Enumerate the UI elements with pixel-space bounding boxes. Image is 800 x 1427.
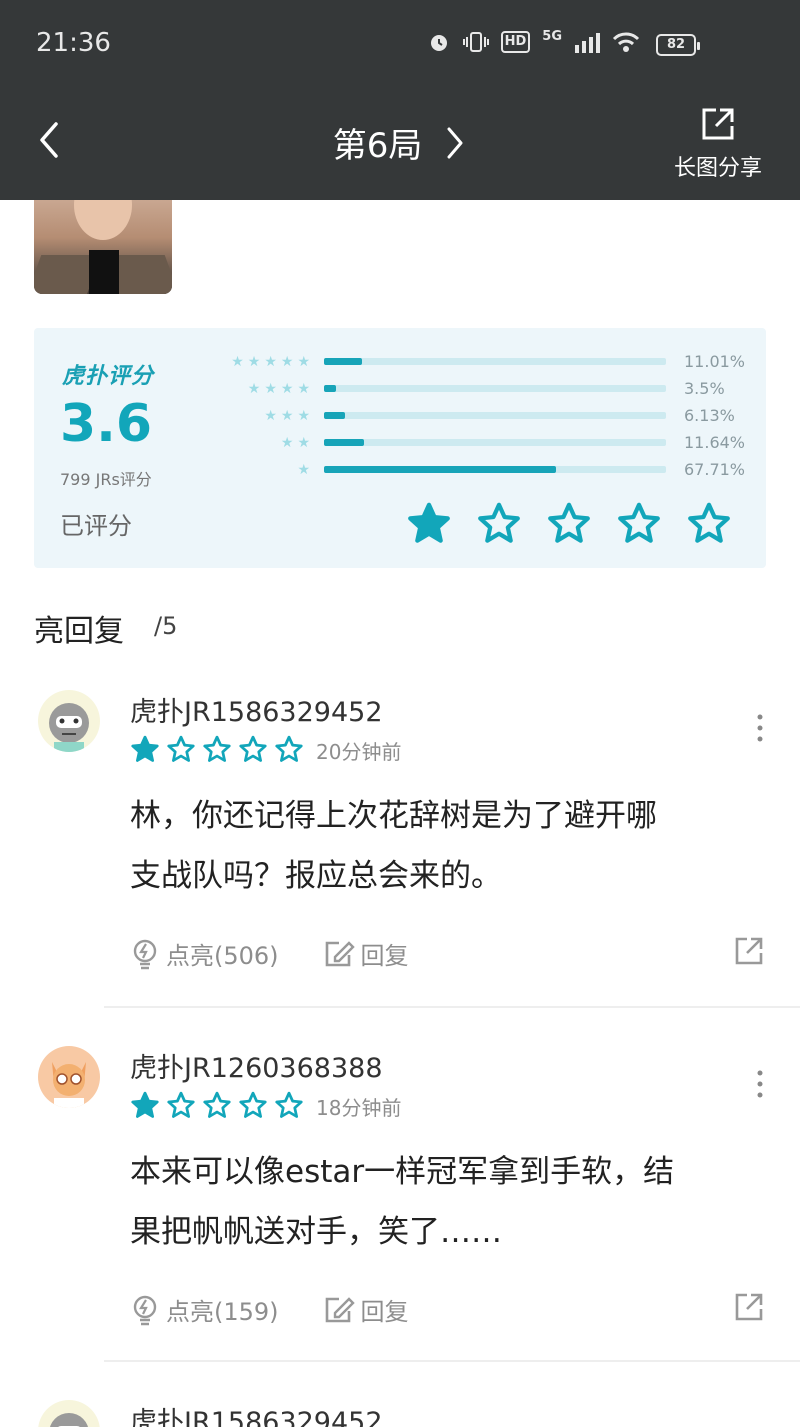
edit-icon — [325, 1296, 355, 1322]
distribution-bar-fill — [324, 385, 336, 392]
comment-actions: 点亮(159) 回复 — [130, 1292, 453, 1327]
distribution-percent: 67.71% — [684, 460, 746, 479]
star-icon — [167, 735, 195, 762]
distribution-bar-fill — [324, 466, 556, 473]
distribution-stars: ★★★★ — [247, 381, 314, 397]
distribution-stars: ★ — [297, 462, 314, 478]
rating-star-icon[interactable] — [546, 500, 592, 546]
share-icon — [702, 108, 734, 140]
distribution-stars: ★★★ — [264, 408, 314, 424]
more-options-icon[interactable] — [750, 710, 770, 746]
star-icon — [203, 735, 231, 762]
like-button[interactable]: 点亮(159) — [130, 1292, 279, 1327]
reply-label: 回复 — [360, 1298, 409, 1326]
more-options-icon[interactable] — [750, 1066, 770, 1102]
distribution-bar-track — [324, 385, 666, 392]
star-icon — [275, 735, 303, 762]
distribution-row: ★★ 11.64% — [34, 433, 766, 453]
divider — [104, 1360, 800, 1362]
distribution-percent: 11.64% — [684, 433, 746, 452]
distribution-stars: ★★★★★ — [231, 354, 314, 370]
rating-card: 虎扑评分 3.6 799 JRs评分 已评分 ★★★★★ 11.01% ★★★★ 3.… — [34, 328, 766, 568]
comment-actions: 点亮(506) 回复 — [130, 936, 453, 971]
distribution-bar-fill — [324, 439, 364, 446]
rating-star-icon[interactable] — [616, 500, 662, 546]
rating-star-icon[interactable] — [476, 500, 522, 546]
comment-time: 20分钟前 — [316, 740, 402, 764]
comment-text-line: 本来可以像estar一样冠军拿到手软，结 — [130, 1154, 675, 1190]
divider — [104, 1006, 800, 1008]
distribution-row: ★ 67.71% — [34, 460, 766, 480]
star-icon — [239, 1091, 267, 1118]
lightbulb-icon — [133, 939, 157, 969]
distribution-row: ★★★ 6.13% — [34, 406, 766, 426]
hd-icon: HD — [500, 31, 531, 53]
comment-star-rating — [130, 734, 304, 764]
star-icon — [167, 1091, 195, 1118]
like-label: 点亮(159) — [166, 1298, 279, 1326]
top-bar: 21:36 HD 5G 82 第6局 长图分享 — [0, 0, 800, 200]
star-icon — [131, 735, 159, 762]
share-icon[interactable] — [734, 1292, 764, 1322]
distribution-bar-fill — [324, 358, 362, 365]
star-icon — [203, 1091, 231, 1118]
status-icons: HD 5G — [427, 30, 640, 54]
comment-text-line: 林，你还记得上次花辞树是为了避开哪 — [130, 798, 657, 834]
comment-text-line: 果把帆帆送对手，笑了…… — [130, 1214, 502, 1250]
page-title[interactable]: 第6局 — [333, 118, 423, 167]
comment-star-rating — [130, 1090, 304, 1120]
like-button[interactable]: 点亮(506) — [130, 936, 279, 971]
distribution-bar-track — [324, 358, 666, 365]
avatar[interactable] — [38, 1046, 100, 1108]
distribution-bar-fill — [324, 412, 345, 419]
distribution-row: ★★★★★ 11.01% — [34, 352, 766, 372]
comment-text[interactable]: 林，你还记得上次花辞树是为了避开哪 支战队吗？报应总会来的。 — [130, 786, 760, 906]
username[interactable]: 虎扑JR1586329452 — [130, 1400, 383, 1427]
reply-button[interactable]: 回复 — [323, 936, 409, 971]
network-label: 5G — [542, 29, 562, 44]
share-icon[interactable] — [734, 936, 764, 966]
star-icon — [239, 735, 267, 762]
rated-label: 已评分 — [60, 512, 132, 540]
rating-star-icon[interactable] — [686, 500, 732, 546]
reply-button[interactable]: 回复 — [323, 1292, 409, 1327]
alarm-icon — [430, 35, 447, 51]
status-time: 21:36 — [36, 28, 111, 58]
distribution-bar-track — [324, 412, 666, 419]
distribution-bar-track — [324, 439, 666, 446]
distribution-stars: ★★ — [280, 435, 314, 451]
chevron-right-icon[interactable] — [443, 125, 467, 161]
signal-icon — [575, 33, 600, 53]
lightbulb-icon — [133, 1295, 157, 1325]
battery-indicator: 82 — [656, 34, 700, 56]
like-label: 点亮(506) — [166, 942, 279, 970]
comment-text[interactable]: 本来可以像estar一样冠军拿到手软，结 果把帆帆送对手，笑了…… — [130, 1142, 760, 1262]
distribution-percent: 3.5% — [684, 379, 725, 398]
distribution-percent: 11.01% — [684, 352, 746, 371]
rating-star-icon[interactable] — [406, 500, 452, 546]
username[interactable]: 虎扑JR1586329452 — [130, 690, 383, 729]
username[interactable]: 虎扑JR1260368388 — [130, 1046, 383, 1085]
vibrate-icon — [462, 32, 489, 52]
star-icon — [275, 1091, 303, 1118]
star-icon — [131, 1091, 159, 1118]
comment-text-line: 支战队吗？报应总会来的。 — [130, 858, 502, 894]
distribution-percent: 6.13% — [684, 406, 735, 425]
long-image-share-button[interactable]: 长图分享 — [668, 106, 768, 182]
section-title: 亮回复 — [34, 614, 124, 649]
section-count: /5 — [154, 612, 178, 640]
share-label: 长图分享 — [673, 156, 762, 181]
comment-time: 18分钟前 — [316, 1096, 402, 1120]
player-photo — [34, 200, 172, 294]
edit-icon — [325, 940, 355, 966]
wifi-icon — [612, 32, 640, 52]
distribution-row: ★★★★ 3.5% — [34, 379, 766, 399]
avatar[interactable] — [38, 690, 100, 752]
user-star-rating[interactable] — [406, 500, 732, 546]
distribution-bar-track — [324, 466, 666, 473]
reply-label: 回复 — [360, 942, 409, 970]
avatar[interactable] — [38, 1400, 100, 1427]
